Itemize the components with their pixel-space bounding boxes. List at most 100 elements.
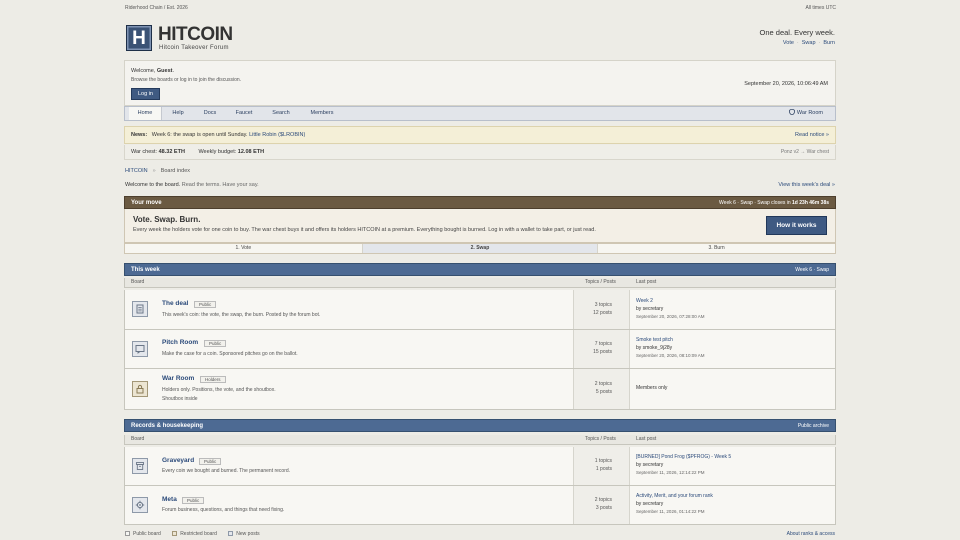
last-post: [BURNED] Pond Frog ($PFROG) - Week 5 by … <box>636 454 731 475</box>
your-move-title: Vote. Swap. Burn. <box>133 215 201 224</box>
login-button[interactable]: Log in <box>131 88 160 100</box>
last-post-author[interactable]: by secretary <box>636 462 731 470</box>
step-vote[interactable]: 1. Vote <box>125 244 362 253</box>
site-header: H HITCOIN Hitcoin Takeover Forum One dea… <box>125 22 836 56</box>
this-week-header: This week Week 6 · Swap <box>124 263 836 276</box>
board-subnote: Shoutbox inside <box>162 396 198 402</box>
access-badge: Public <box>194 301 217 308</box>
last-post-author[interactable]: by smoke_9j28y <box>636 345 705 353</box>
lock-icon <box>132 381 148 397</box>
last-post-date: September 11, 2026, 12:14:22 PM <box>636 470 705 475</box>
nav-members[interactable]: Members <box>304 107 340 120</box>
your-move-panel: Vote. Swap. Burn. Every week the holders… <box>124 209 836 243</box>
last-post-date: September 11, 2026, 01:14:22 PM <box>636 509 705 514</box>
access-badge: Public <box>204 340 227 347</box>
top-bar: Riderhood Chain / Est. 2026 All times UT… <box>125 5 836 13</box>
access-badge: Public <box>199 458 222 465</box>
legend-restricted: Restricted board <box>172 531 217 537</box>
last-post-date: September 20, 2026, 08:10:09 AM <box>636 353 705 358</box>
last-post-date: September 20, 2026, 07:28:00 AM <box>636 314 705 319</box>
nav-search[interactable]: Search <box>266 107 296 120</box>
board-title[interactable]: Graveyard <box>162 457 194 464</box>
board-description: Every coin we bought and burned. The per… <box>162 468 291 474</box>
breadcrumb: HITCOIN» Board index <box>125 168 191 174</box>
last-post-link[interactable]: Activity, Merit, and your forum rank <box>636 493 713 501</box>
last-post: Smoke test pitch by smoke_9j28y Septembe… <box>636 337 705 358</box>
access-badge: Public <box>182 497 205 504</box>
board-stats: 1 topics 1 posts <box>573 447 630 485</box>
board-description: Holders only. Positions, the vote, and t… <box>162 387 276 393</box>
board-description: Make the case for a coin. Sponsored pitc… <box>162 351 298 357</box>
logo-icon[interactable]: H <box>126 25 152 51</box>
new-posts-swatch-icon <box>228 531 234 536</box>
your-move-header: Your move Week 6 · Swap · Swap closes in… <box>124 196 836 209</box>
news-coin-link[interactable]: Little Robin ($LROBIN) <box>249 132 305 138</box>
chain-label: Riderhood Chain / Est. 2026 <box>125 5 188 11</box>
public-board-swatch-icon <box>125 531 130 536</box>
chat-icon <box>132 341 148 357</box>
weekly-budget-value: 12.08 ETH <box>237 149 265 155</box>
nav-help[interactable]: Help <box>165 107 191 120</box>
restricted-board-swatch-icon <box>172 531 178 536</box>
steps-bar: 1. Vote 2. Swap 3. Burn <box>124 243 836 254</box>
how-it-works-button[interactable]: How it works <box>766 216 827 235</box>
nav-faucet[interactable]: Faucet <box>229 107 259 120</box>
site-subtitle: Hitcoin Takeover Forum <box>159 45 229 51</box>
view-deal-link[interactable]: View this week's deal » <box>778 182 835 188</box>
board-row-graveyard[interactable]: Graveyard Public Every coin we bought an… <box>124 447 836 486</box>
war-chest-flow: Ponz v2 → War chest <box>780 149 829 155</box>
nav-docs[interactable]: Docs <box>197 107 223 120</box>
board-title[interactable]: The deal <box>162 300 188 307</box>
legend-new-posts: New posts <box>228 531 260 537</box>
public-archive-label: Public archive <box>797 423 829 429</box>
members-only-note: Members only <box>636 385 668 391</box>
board-title[interactable]: Pitch Room <box>162 339 198 346</box>
welcome-greeting: Welcome, Guest. <box>131 68 175 74</box>
last-post-link[interactable]: Week 2 <box>636 298 705 306</box>
about-ranks-link[interactable]: About ranks & access <box>787 531 835 537</box>
board-row-meta[interactable]: Meta Public Forum business, questions, a… <box>124 486 836 525</box>
site-title[interactable]: HITCOIN <box>158 24 233 46</box>
board-description: Forum business, questions, and things th… <box>162 507 285 513</box>
board-stats: 7 topics 15 posts <box>573 330 630 368</box>
step-burn[interactable]: 3. Burn <box>598 244 835 253</box>
news-text: Week 6: the swap is open until Sunday. <box>151 132 248 138</box>
read-notice-link[interactable]: Read notice » <box>795 127 829 143</box>
step-swap[interactable]: 2. Swap <box>361 244 599 253</box>
board-stats: 2 topics 3 posts <box>573 486 630 524</box>
nav-war-room[interactable]: War Room <box>789 107 823 120</box>
board-stats: 3 topics 12 posts <box>573 290 630 329</box>
war-chest-bar: War chest: 48.32 ETH Weekly budget: 12.0… <box>124 145 836 160</box>
last-post-author[interactable]: by secretary <box>636 501 713 509</box>
last-post-author[interactable]: by secretary <box>636 306 705 314</box>
gear-icon <box>132 497 148 513</box>
burn-link[interactable]: Burn <box>823 40 835 46</box>
vote-link[interactable]: Vote <box>783 40 794 46</box>
weekly-budget-label: Weekly budget: <box>198 149 237 155</box>
last-post-link[interactable]: [BURNED] Pond Frog ($PFROG) - Week 5 <box>636 454 731 462</box>
access-badge: Holders <box>200 376 226 383</box>
welcome-panel: Welcome, Guest. Browse the boards or log… <box>124 60 836 106</box>
board-welcome: Welcome to the board. Read the terms. Ha… <box>125 182 259 188</box>
news-label: News: <box>131 132 148 138</box>
board-row-the-deal[interactable]: The deal Public This week's coin: the vo… <box>124 290 836 330</box>
board-row-war-room[interactable]: War Room Holders Holders only. Positions… <box>124 369 836 410</box>
board-title[interactable]: Meta <box>162 496 177 503</box>
news-bar: News: Week 6: the swap is open until Sun… <box>124 126 836 144</box>
records-columns: Board Topics / Posts Last post <box>124 435 836 445</box>
board-row-pitch-room[interactable]: Pitch Room Public Make the case for a co… <box>124 330 836 369</box>
tagline: One deal. Every week. <box>759 28 835 37</box>
username: Guest <box>156 68 173 74</box>
breadcrumb-current: Board index <box>160 168 191 174</box>
breadcrumb-home[interactable]: HITCOIN <box>125 168 148 174</box>
swap-link[interactable]: Swap <box>802 40 816 46</box>
tagline-links: Vote · Swap · Burn <box>782 40 835 46</box>
board-title[interactable]: War Room <box>162 375 194 382</box>
legend-public: Public board <box>125 531 161 537</box>
last-post: Activity, Merit, and your forum rank by … <box>636 493 713 514</box>
last-post-link[interactable]: Smoke test pitch <box>636 337 705 345</box>
this-week-status: Week 6 · Swap <box>795 267 829 273</box>
board-stats: 2 topics 5 posts <box>573 369 630 409</box>
board-description: This week's coin: the vote, the swap, th… <box>162 312 321 318</box>
nav-home[interactable]: Home <box>129 107 162 120</box>
